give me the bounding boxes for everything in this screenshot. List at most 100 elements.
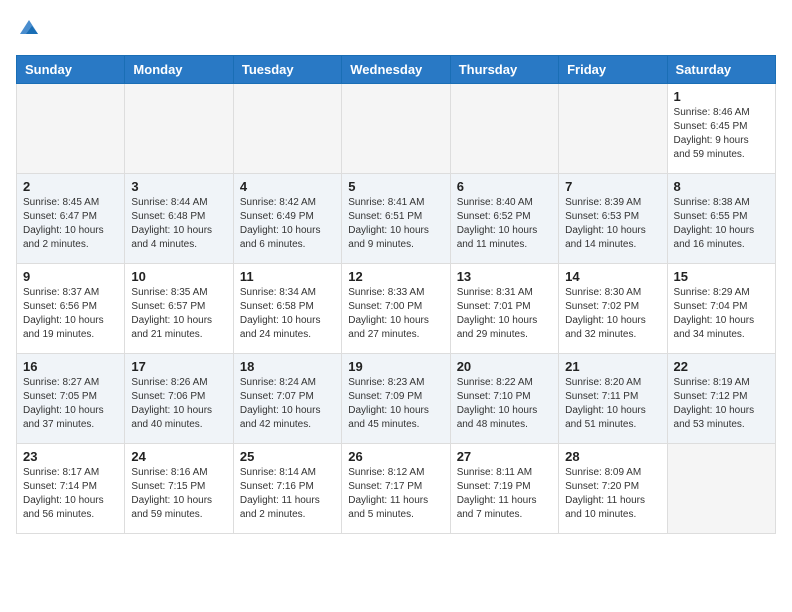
day-info: Sunrise: 8:39 AM Sunset: 6:53 PM Dayligh… — [565, 196, 660, 252]
day-info: Sunrise: 8:23 AM Sunset: 7:09 PM Dayligh… — [348, 376, 443, 432]
day-info: Sunrise: 8:42 AM Sunset: 6:49 PM Dayligh… — [240, 196, 335, 252]
day-info: Sunrise: 8:26 AM Sunset: 7:06 PM Dayligh… — [131, 376, 226, 432]
day-number: 26 — [348, 449, 443, 464]
weekday-header: Thursday — [450, 56, 558, 84]
calendar-header-row: SundayMondayTuesdayWednesdayThursdayFrid… — [17, 56, 776, 84]
day-info: Sunrise: 8:33 AM Sunset: 7:00 PM Dayligh… — [348, 286, 443, 342]
weekday-header: Tuesday — [233, 56, 341, 84]
calendar-day-cell — [667, 444, 775, 534]
day-number: 16 — [23, 359, 118, 374]
calendar-table: SundayMondayTuesdayWednesdayThursdayFrid… — [16, 55, 776, 534]
day-number: 27 — [457, 449, 552, 464]
calendar-day-cell: 21Sunrise: 8:20 AM Sunset: 7:11 PM Dayli… — [559, 354, 667, 444]
day-number: 23 — [23, 449, 118, 464]
calendar-day-cell — [233, 84, 341, 174]
calendar-week-row: 2Sunrise: 8:45 AM Sunset: 6:47 PM Daylig… — [17, 174, 776, 264]
day-number: 18 — [240, 359, 335, 374]
day-info: Sunrise: 8:19 AM Sunset: 7:12 PM Dayligh… — [674, 376, 769, 432]
day-number: 8 — [674, 179, 769, 194]
day-info: Sunrise: 8:40 AM Sunset: 6:52 PM Dayligh… — [457, 196, 552, 252]
day-number: 22 — [674, 359, 769, 374]
day-info: Sunrise: 8:35 AM Sunset: 6:57 PM Dayligh… — [131, 286, 226, 342]
day-info: Sunrise: 8:30 AM Sunset: 7:02 PM Dayligh… — [565, 286, 660, 342]
day-info: Sunrise: 8:29 AM Sunset: 7:04 PM Dayligh… — [674, 286, 769, 342]
weekday-header: Monday — [125, 56, 233, 84]
calendar-day-cell: 26 Sunrise: 8:12 AM Sunset: 7:17 PM Dayli… — [342, 444, 450, 534]
day-number: 14 — [565, 269, 660, 284]
calendar-day-cell: 24 Sunrise: 8:16 AM Sunset: 7:15 PM Dayli… — [125, 444, 233, 534]
weekday-header: Friday — [559, 56, 667, 84]
day-number: 11 — [240, 269, 335, 284]
day-number: 6 — [457, 179, 552, 194]
day-number: 5 — [348, 179, 443, 194]
calendar-day-cell: 14 Sunrise: 8:30 AM Sunset: 7:02 PM Dayli… — [559, 264, 667, 354]
calendar-day-cell — [125, 84, 233, 174]
day-info: Sunrise: 8:17 AM Sunset: 7:14 PM Dayligh… — [23, 466, 118, 522]
calendar-week-row: 23 Sunrise: 8:17 AM Sunset: 7:14 PM Dayli… — [17, 444, 776, 534]
calendar-day-cell: 5 Sunrise: 8:41 AM Sunset: 6:51 PM Daylig… — [342, 174, 450, 264]
logo — [16, 16, 40, 43]
day-info: Sunrise: 8:22 AM Sunset: 7:10 PM Dayligh… — [457, 376, 552, 432]
day-number: 28 — [565, 449, 660, 464]
calendar-day-cell: 18 Sunrise: 8:24 AM Sunset: 7:07 PM Dayli… — [233, 354, 341, 444]
day-number: 4 — [240, 179, 335, 194]
day-info: Sunrise: 8:12 AM Sunset: 7:17 PM Dayligh… — [348, 466, 443, 522]
day-info: Sunrise: 8:44 AM Sunset: 6:48 PM Dayligh… — [131, 196, 226, 252]
weekday-header: Saturday — [667, 56, 775, 84]
calendar-day-cell: 15 Sunrise: 8:29 AM Sunset: 7:04 PM Dayli… — [667, 264, 775, 354]
calendar-day-cell — [17, 84, 125, 174]
weekday-header: Sunday — [17, 56, 125, 84]
calendar-day-cell — [450, 84, 558, 174]
day-number: 19 — [348, 359, 443, 374]
page-header — [16, 16, 776, 43]
day-info: Sunrise: 8:09 AM Sunset: 7:20 PM Dayligh… — [565, 466, 660, 522]
calendar-day-cell: 27 Sunrise: 8:11 AM Sunset: 7:19 PM Dayli… — [450, 444, 558, 534]
calendar-day-cell — [559, 84, 667, 174]
day-number: 15 — [674, 269, 769, 284]
day-number: 12 — [348, 269, 443, 284]
day-info: Sunrise: 8:38 AM Sunset: 6:55 PM Dayligh… — [674, 196, 769, 252]
calendar-day-cell: 23 Sunrise: 8:17 AM Sunset: 7:14 PM Dayli… — [17, 444, 125, 534]
calendar-day-cell: 22 Sunrise: 8:19 AM Sunset: 7:12 PM Dayli… — [667, 354, 775, 444]
calendar-day-cell — [342, 84, 450, 174]
calendar-day-cell: 8 Sunrise: 8:38 AM Sunset: 6:55 PM Daylig… — [667, 174, 775, 264]
calendar-day-cell: 2Sunrise: 8:45 AM Sunset: 6:47 PM Daylig… — [17, 174, 125, 264]
day-number: 20 — [457, 359, 552, 374]
calendar-day-cell: 17Sunrise: 8:26 AM Sunset: 7:06 PM Dayli… — [125, 354, 233, 444]
day-info: Sunrise: 8:41 AM Sunset: 6:51 PM Dayligh… — [348, 196, 443, 252]
calendar-day-cell: 4 Sunrise: 8:42 AM Sunset: 6:49 PM Daylig… — [233, 174, 341, 264]
calendar-day-cell: 20 Sunrise: 8:22 AM Sunset: 7:10 PM Dayli… — [450, 354, 558, 444]
day-info: Sunrise: 8:37 AM Sunset: 6:56 PM Dayligh… — [23, 286, 118, 342]
day-number: 9 — [23, 269, 118, 284]
day-number: 1 — [674, 89, 769, 104]
day-info: Sunrise: 8:24 AM Sunset: 7:07 PM Dayligh… — [240, 376, 335, 432]
day-info: Sunrise: 8:45 AM Sunset: 6:47 PM Dayligh… — [23, 196, 118, 252]
calendar-day-cell: 28 Sunrise: 8:09 AM Sunset: 7:20 PM Dayli… — [559, 444, 667, 534]
day-number: 25 — [240, 449, 335, 464]
day-info: Sunrise: 8:20 AM Sunset: 7:11 PM Dayligh… — [565, 376, 660, 432]
day-number: 13 — [457, 269, 552, 284]
day-info: Sunrise: 8:11 AM Sunset: 7:19 PM Dayligh… — [457, 466, 552, 522]
day-info: Sunrise: 8:27 AM Sunset: 7:05 PM Dayligh… — [23, 376, 118, 432]
calendar-week-row: 1 Sunrise: 8:46 AM Sunset: 6:45 PM Daylig… — [17, 84, 776, 174]
calendar-day-cell: 6 Sunrise: 8:40 AM Sunset: 6:52 PM Daylig… — [450, 174, 558, 264]
day-info: Sunrise: 8:46 AM Sunset: 6:45 PM Dayligh… — [674, 106, 769, 162]
calendar-day-cell: 9 Sunrise: 8:37 AM Sunset: 6:56 PM Daylig… — [17, 264, 125, 354]
calendar-day-cell: 11 Sunrise: 8:34 AM Sunset: 6:58 PM Dayli… — [233, 264, 341, 354]
calendar-day-cell: 12 Sunrise: 8:33 AM Sunset: 7:00 PM Dayli… — [342, 264, 450, 354]
calendar-day-cell: 16 Sunrise: 8:27 AM Sunset: 7:05 PM Dayli… — [17, 354, 125, 444]
day-number: 10 — [131, 269, 226, 284]
logo-icon — [18, 16, 40, 38]
calendar-day-cell: 3Sunrise: 8:44 AM Sunset: 6:48 PM Daylig… — [125, 174, 233, 264]
calendar-day-cell: 7 Sunrise: 8:39 AM Sunset: 6:53 PM Daylig… — [559, 174, 667, 264]
calendar-week-row: 9 Sunrise: 8:37 AM Sunset: 6:56 PM Daylig… — [17, 264, 776, 354]
day-info: Sunrise: 8:34 AM Sunset: 6:58 PM Dayligh… — [240, 286, 335, 342]
weekday-header: Wednesday — [342, 56, 450, 84]
day-info: Sunrise: 8:14 AM Sunset: 7:16 PM Dayligh… — [240, 466, 335, 522]
calendar-day-cell: 1 Sunrise: 8:46 AM Sunset: 6:45 PM Daylig… — [667, 84, 775, 174]
day-number: 7 — [565, 179, 660, 194]
day-number: 24 — [131, 449, 226, 464]
calendar-day-cell: 10 Sunrise: 8:35 AM Sunset: 6:57 PM Dayli… — [125, 264, 233, 354]
day-info: Sunrise: 8:16 AM Sunset: 7:15 PM Dayligh… — [131, 466, 226, 522]
calendar-day-cell: 19 Sunrise: 8:23 AM Sunset: 7:09 PM Dayli… — [342, 354, 450, 444]
